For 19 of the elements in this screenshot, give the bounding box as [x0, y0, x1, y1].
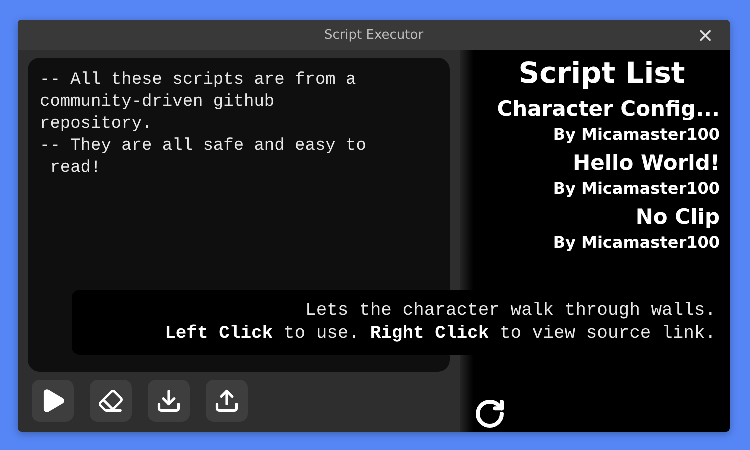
run-button[interactable] — [32, 380, 74, 422]
download-button[interactable] — [148, 380, 190, 422]
script-author: By Micamaster100 — [553, 232, 720, 254]
download-icon — [156, 388, 182, 414]
eraser-icon — [98, 388, 124, 414]
code-text: -- All these scripts are from a community-driven github repository. -- They are all safe and easy to read! — [40, 70, 368, 180]
window-title: Script Executor — [324, 28, 424, 42]
script-name[interactable]: Hello World! — [573, 148, 720, 178]
script-name[interactable]: Character Config... — [497, 94, 720, 124]
list-title: Script List — [518, 56, 686, 90]
script-name[interactable]: No Clip — [636, 202, 720, 232]
script-author: By Micamaster100 — [553, 178, 720, 200]
close-button[interactable]: × — [693, 25, 718, 45]
refresh-button[interactable] — [474, 398, 506, 430]
upload-button[interactable] — [206, 380, 248, 422]
refresh-icon — [474, 398, 506, 430]
upload-icon — [214, 388, 240, 414]
clear-button[interactable] — [90, 380, 132, 422]
script-author: By Micamaster100 — [553, 124, 720, 146]
